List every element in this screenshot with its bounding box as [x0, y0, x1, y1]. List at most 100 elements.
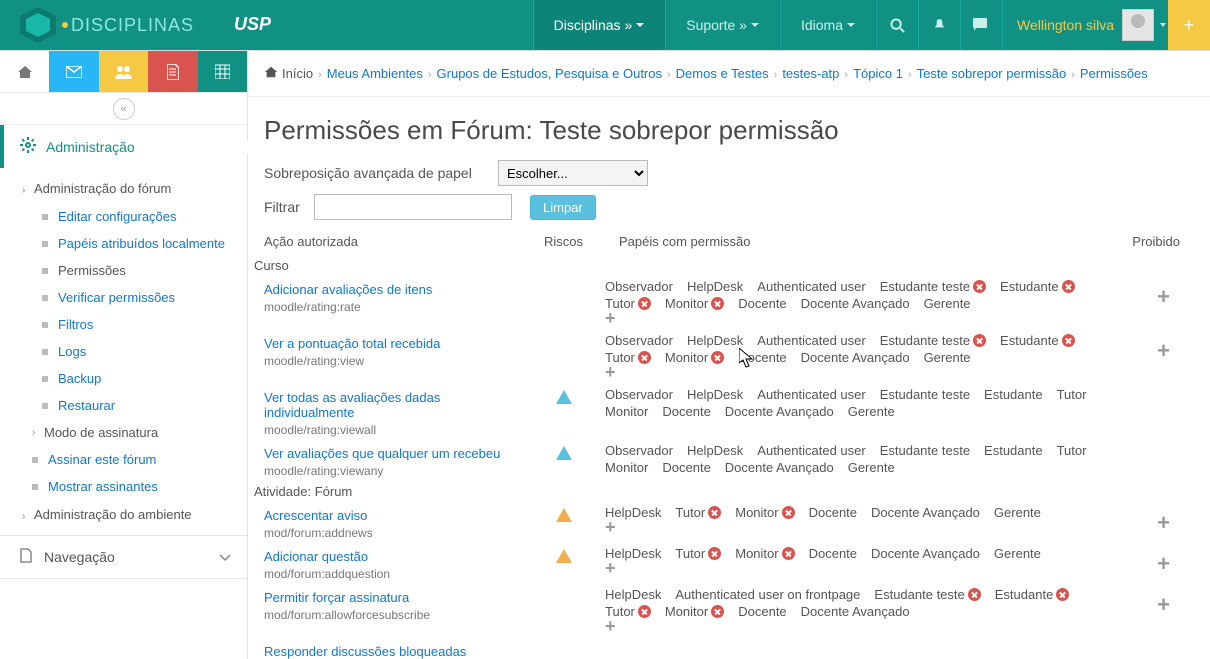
chat-icon[interactable] — [960, 0, 1002, 50]
admin-tree: ›Administração do fórum Editar configura… — [0, 168, 247, 535]
add-role-icon[interactable]: + — [605, 520, 616, 534]
delete-role-icon[interactable] — [1056, 588, 1069, 601]
role-chip: Docente Avançado — [871, 546, 980, 561]
add-prohibit-icon[interactable]: + — [1157, 284, 1170, 309]
brand[interactable]: DISCIPLINAS — [0, 0, 204, 50]
add-role-icon[interactable]: + — [605, 365, 616, 379]
override-role-select[interactable]: Escolher... — [498, 160, 648, 186]
filter-input[interactable] — [314, 194, 512, 220]
tree-section-forum-admin[interactable]: ›Administração do fórum — [22, 174, 247, 203]
sidebar-tree-item[interactable]: Verificar permissões — [42, 284, 247, 311]
clear-button[interactable]: Limpar — [530, 195, 596, 220]
sidebar-tree-item[interactable]: Papéis atribuídos localmente — [42, 230, 247, 257]
sidebar-tree-item[interactable]: ›Modo de assinatura — [32, 419, 247, 446]
delete-role-icon[interactable] — [638, 297, 651, 310]
sidebar-tree-link[interactable]: Filtros — [58, 317, 93, 332]
risk-spam-icon — [556, 549, 572, 563]
sidebar-tree-item[interactable]: Filtros — [42, 311, 247, 338]
breadcrumb-item[interactable]: Demos e Testes — [676, 66, 769, 81]
delete-role-icon[interactable] — [708, 547, 721, 560]
delete-role-icon[interactable] — [711, 605, 724, 618]
sidebar-tree-link[interactable]: Assinar este fórum — [48, 452, 156, 467]
delete-role-icon[interactable] — [638, 351, 651, 364]
capability-link[interactable]: Ver a pontuação total recebida — [264, 336, 522, 351]
breadcrumb-item[interactable]: Permissões — [1080, 66, 1148, 81]
sidebar-tree-link[interactable]: Backup — [58, 371, 101, 386]
breadcrumb-item[interactable]: testes-atp — [782, 66, 839, 81]
breadcrumb-item[interactable]: Meus Ambientes — [327, 66, 423, 81]
delete-role-icon[interactable] — [638, 605, 651, 618]
add-prohibit-icon[interactable]: + — [1157, 338, 1170, 363]
delete-role-icon[interactable] — [973, 334, 986, 347]
sidebar-tree-link[interactable]: Papéis atribuídos localmente — [58, 236, 225, 251]
delete-role-icon[interactable] — [708, 506, 721, 519]
bell-icon[interactable] — [918, 0, 960, 50]
sidebar-tree-item[interactable]: Editar configurações — [42, 203, 247, 230]
search-icon[interactable] — [876, 0, 918, 50]
capability-link[interactable]: Adicionar avaliações de itens — [264, 282, 522, 297]
sidebar-tree-item[interactable]: Backup — [42, 365, 247, 392]
breadcrumb-item[interactable]: Teste sobrepor permissão — [917, 66, 1067, 81]
nav-block-header[interactable]: Navegação — [0, 536, 247, 578]
role-chip: Authenticated user on frontpage — [675, 587, 860, 602]
breadcrumb-separator-icon: › — [318, 69, 322, 81]
delete-role-icon[interactable] — [782, 506, 795, 519]
role-chip: Tutor — [1057, 443, 1087, 458]
delete-role-icon[interactable] — [711, 297, 724, 310]
capability-link[interactable]: Responder discussões bloqueadas — [264, 644, 522, 659]
capability-cell: Acrescentar aviso mod/forum:addnews — [248, 502, 528, 543]
menu-disciplinas[interactable]: Disciplinas » — [533, 0, 666, 50]
breadcrumb-item[interactable]: Grupos de Estudos, Pesquisa e Outros — [437, 66, 662, 81]
capability-link[interactable]: Adicionar questão — [264, 549, 522, 564]
capability-link[interactable]: Acrescentar aviso — [264, 508, 522, 523]
role-chip: Docente Avançado — [725, 460, 834, 475]
calendar-icon[interactable] — [198, 51, 247, 92]
delete-role-icon[interactable] — [968, 588, 981, 601]
document-icon[interactable] — [148, 51, 197, 92]
sidebar-tree-item[interactable]: Permissões — [42, 257, 247, 284]
add-block-button[interactable]: + — [1168, 0, 1210, 50]
capability-name: mod/forum:addnews — [264, 526, 522, 540]
home-icon[interactable] — [0, 51, 49, 92]
role-chip: Gerente — [994, 505, 1041, 520]
tree-section-course-admin[interactable]: ›Administração do ambiente — [22, 500, 247, 529]
user-menu[interactable]: Wellington silva — [1002, 0, 1168, 50]
sidebar-tree-item[interactable]: Logs — [42, 338, 247, 365]
sidebar-tree-item[interactable]: Mostrar assinantes — [32, 473, 247, 500]
add-role-icon[interactable]: + — [605, 311, 616, 325]
delete-role-icon[interactable] — [973, 280, 986, 293]
sidebar-tree-link[interactable]: Verificar permissões — [58, 290, 175, 305]
collapse-sidebar-button[interactable]: « — [113, 98, 135, 120]
capability-link[interactable]: Ver todas as avaliações dadas individual… — [264, 390, 522, 420]
add-role-icon[interactable]: + — [605, 619, 616, 633]
add-role-icon[interactable]: + — [605, 561, 616, 575]
delete-role-icon[interactable] — [1062, 334, 1075, 347]
sidebar-tree-link[interactable]: Editar configurações — [58, 209, 177, 224]
delete-role-icon[interactable] — [1062, 280, 1075, 293]
add-prohibit-icon[interactable]: + — [1157, 510, 1170, 535]
sidebar-tree-link[interactable]: Restaurar — [58, 398, 115, 413]
delete-role-icon[interactable] — [711, 351, 724, 364]
menu-idioma[interactable]: Idioma — [780, 0, 876, 50]
users-icon[interactable] — [99, 51, 148, 92]
delete-role-icon[interactable] — [782, 547, 795, 560]
role-list: HelpDeskTutorMonitorDocenteDocente Avanç… — [605, 505, 1108, 520]
filter-label: Filtrar — [264, 199, 314, 215]
add-prohibit-icon[interactable]: + — [1157, 551, 1170, 576]
sidebar-tree-link[interactable]: Permissões — [58, 263, 126, 278]
capability-link[interactable]: Permitir forçar assinatura — [264, 590, 522, 605]
sidebar-tree-link[interactable]: Logs — [58, 344, 86, 359]
sidebar-tree-link[interactable]: Mostrar assinantes — [48, 479, 158, 494]
mail-icon[interactable] — [49, 51, 98, 92]
sidebar-tree-item[interactable]: Restaurar — [42, 392, 247, 419]
role-chip: Monitor — [665, 350, 724, 365]
collapse-row: « — [0, 93, 247, 125]
breadcrumb-item[interactable]: Tópico 1 — [853, 66, 903, 81]
sidebar-tree-item[interactable]: Assinar este fórum — [32, 446, 247, 473]
override-label: Sobreposição avançada de papel — [264, 165, 498, 181]
add-prohibit-icon[interactable]: + — [1157, 592, 1170, 617]
capability-link[interactable]: Ver avaliações que qualquer um recebeu — [264, 446, 522, 461]
admin-block-header[interactable]: Administração — [0, 125, 247, 168]
home-icon — [264, 65, 278, 82]
menu-suporte[interactable]: Suporte » — [665, 0, 780, 50]
